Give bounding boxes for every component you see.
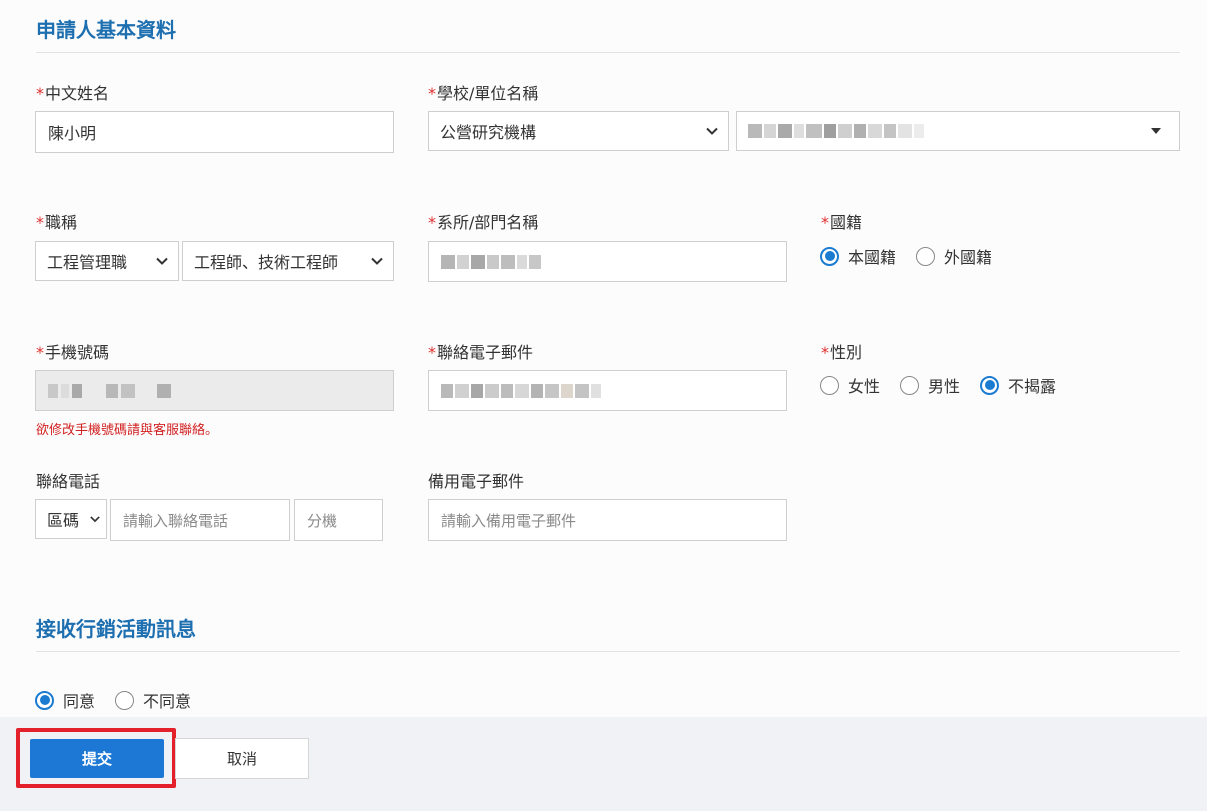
section-title-marketing: 接收行銷活動訊息 xyxy=(36,617,196,641)
job-category-select[interactable]: 工程管理職 xyxy=(35,241,179,281)
marketing-option-disagree[interactable]: 不同意 xyxy=(115,688,191,712)
school-type-value: 公營研究機構 xyxy=(440,123,537,142)
gender-option-undisclosed[interactable]: 不揭露 xyxy=(980,373,1056,397)
marketing-option-agree[interactable]: 同意 xyxy=(35,688,95,712)
required-mark: * xyxy=(36,84,44,103)
mobile-redacted xyxy=(48,383,171,398)
department-input[interactable] xyxy=(428,241,787,282)
nationality-option-local[interactable]: 本國籍 xyxy=(820,244,896,268)
gender-option-male[interactable]: 男性 xyxy=(900,373,960,397)
marketing-radio-group: 同意 不同意 xyxy=(35,688,211,712)
nationality-option-foreign[interactable]: 外國籍 xyxy=(916,244,992,268)
radio-selected-icon xyxy=(35,690,54,710)
email-input[interactable] xyxy=(428,370,787,411)
job-title-select[interactable]: 工程師、技術工程師 xyxy=(182,241,394,281)
chevron-down-icon xyxy=(706,127,718,135)
section-divider xyxy=(36,651,1180,652)
radio-icon xyxy=(900,375,920,395)
submit-button[interactable]: 提交 xyxy=(30,739,164,778)
nationality-radio-group: 本國籍 外國籍 xyxy=(820,244,1012,268)
mobile-label: *手機號碼 xyxy=(36,343,110,362)
area-code-select[interactable]: 區碼 xyxy=(35,499,107,539)
radio-selected-icon xyxy=(820,246,839,266)
phone-label: 聯絡電話 xyxy=(36,472,101,491)
radio-icon xyxy=(115,690,135,710)
section-divider xyxy=(36,52,1180,53)
gender-option-female[interactable]: 女性 xyxy=(820,373,880,397)
radio-icon xyxy=(916,246,936,266)
section-title-basic-info: 申請人基本資料 xyxy=(36,18,176,42)
chevron-down-icon xyxy=(90,516,100,523)
email-label: *聯絡電子郵件 xyxy=(428,343,534,362)
phone-extension-input[interactable]: 分機 xyxy=(294,499,383,541)
job-category-value: 工程管理職 xyxy=(47,253,128,272)
school-label: *學校/單位名稱 xyxy=(428,84,539,103)
mobile-input xyxy=(35,370,394,411)
radio-selected-icon xyxy=(980,375,1000,395)
phone-number-input[interactable]: 請輸入聯絡電話 xyxy=(110,499,290,541)
radio-icon xyxy=(820,375,839,395)
school-name-select[interactable] xyxy=(736,111,1180,151)
caret-down-icon xyxy=(1151,128,1161,134)
chinese-name-label: *中文姓名 xyxy=(36,84,110,103)
nationality-label: *國籍 xyxy=(821,213,863,232)
job-title-label: *職稱 xyxy=(36,213,78,232)
cancel-button[interactable]: 取消 xyxy=(175,738,309,779)
school-type-select[interactable]: 公營研究機構 xyxy=(428,111,729,151)
chevron-down-icon xyxy=(371,257,383,265)
department-label: *系所/部門名稱 xyxy=(428,213,539,232)
gender-label: *性別 xyxy=(821,343,863,362)
gender-radio-group: 女性 男性 不揭露 xyxy=(820,373,1076,397)
department-redacted xyxy=(441,254,541,269)
backup-email-input[interactable]: 請輸入備用電子郵件 xyxy=(428,499,787,541)
area-code-value: 區碼 xyxy=(47,511,80,530)
chevron-down-icon xyxy=(156,257,168,265)
school-name-redacted xyxy=(748,124,924,138)
email-redacted xyxy=(441,383,601,398)
backup-email-label: 備用電子郵件 xyxy=(428,472,525,491)
job-title-value: 工程師、技術工程師 xyxy=(194,253,339,272)
chinese-name-input[interactable]: 陳小明 xyxy=(35,111,394,153)
mobile-hint-text: 欲修改手機號碼請與客服聯絡。 xyxy=(36,423,219,438)
